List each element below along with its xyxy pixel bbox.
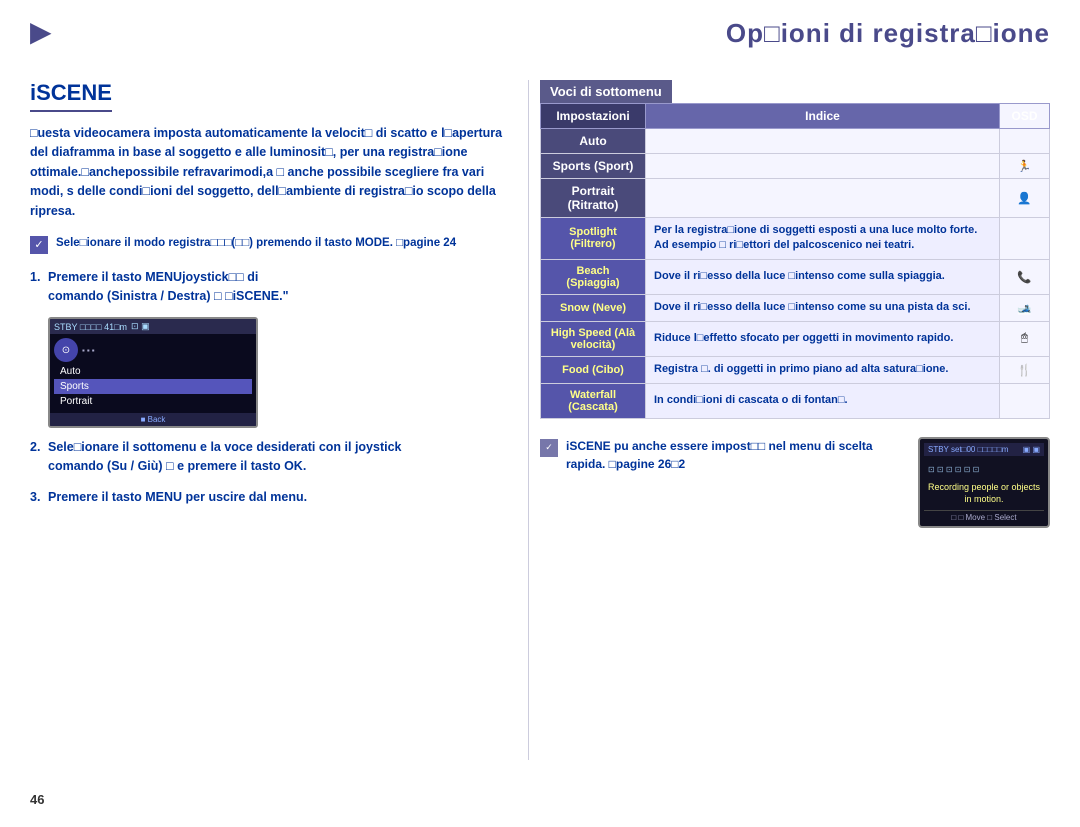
mini-screen-icons: ⊡ ▣ bbox=[131, 321, 150, 332]
note-box: ✓ Sele□ionare il modo registra□□□(□□) pr… bbox=[30, 235, 520, 254]
step-2-num: 2. bbox=[30, 438, 40, 457]
mini-camera-icons-row: ⊡ ⊡ ⊡ ⊡ ⊡ ⊡ bbox=[924, 458, 1044, 477]
td-indice-portrait bbox=[646, 179, 1000, 218]
step-1-text: Premere il tasto MENUjoystick□□ di bbox=[48, 270, 258, 284]
td-impostazioni-portrait: Portrait (Ritratto) bbox=[541, 179, 646, 218]
td-indice-sports bbox=[646, 154, 1000, 179]
mini-screen-tb-2: ▪ bbox=[87, 346, 90, 355]
td-impostazioni-auto: Auto bbox=[541, 129, 646, 154]
note-icon: ✓ bbox=[30, 236, 48, 254]
mini-camera-message: Recording people or objects in motion. bbox=[924, 477, 1044, 510]
td-osd-portrait: 👤 bbox=[1000, 179, 1050, 218]
page-title: Op□ioni di registra□ione bbox=[726, 18, 1050, 49]
left-column: iSCENE □uesta videocamera imposta automa… bbox=[30, 80, 520, 519]
page-number: 46 bbox=[30, 792, 44, 807]
mini-screen-toolbar: ▪ ▪ ▪ bbox=[82, 346, 95, 355]
step-3-text: Premere il tasto MENU per uscire dal men… bbox=[48, 490, 307, 504]
td-indice-beach: Dove il ri□esso della luce □intenso come… bbox=[646, 259, 1000, 294]
td-osd-snow: 🎿 bbox=[1000, 294, 1050, 321]
table-row: Waterfall (Cascata) In condi□ioni di cas… bbox=[541, 383, 1050, 418]
td-osd-highspeed: 🖱 bbox=[1000, 321, 1050, 356]
table-row: Beach (Spiaggia) Dove il ri□esso della l… bbox=[541, 259, 1050, 294]
td-impostazioni-food: Food (Cibo) bbox=[541, 356, 646, 383]
table-row: Portrait (Ritratto) 👤 bbox=[541, 179, 1050, 218]
td-indice-waterfall: In condi□ioni di cascata o di fontan□. bbox=[646, 383, 1000, 418]
mini-screen: STBY □□□□ 41□m ⊡ ▣ ⊙ ▪ ▪ ▪ Auto bbox=[48, 317, 258, 428]
page-icon: ▶ bbox=[30, 15, 52, 48]
right-column: Voci di sottomenu Impostazioni Indice OS… bbox=[540, 80, 1050, 528]
th-impostazioni: Impostazioni bbox=[541, 104, 646, 129]
bottom-note-text: iSCENE pu anche essere impost□□ nel menu… bbox=[566, 437, 900, 474]
table-row: Sports (Sport) 🏃 bbox=[541, 154, 1050, 179]
table-row: Auto bbox=[541, 129, 1050, 154]
td-impostazioni-sports: Sports (Sport) bbox=[541, 154, 646, 179]
th-indice: Indice bbox=[646, 104, 1000, 129]
mini-camera-icon-row-text: ⊡ ⊡ ⊡ ⊡ ⊡ ⊡ bbox=[928, 465, 979, 474]
td-indice-snow: Dove il ri□esso della luce □intenso come… bbox=[646, 294, 1000, 321]
mini-screen-body: ⊙ ▪ ▪ ▪ Auto Sports Portrait bbox=[50, 334, 256, 413]
table-header-row: Impostazioni Indice OSD bbox=[541, 104, 1050, 129]
intro-text: □uesta videocamera imposta automaticamen… bbox=[30, 124, 520, 221]
table-row: Spotlight (Filtrero) Per la registra□ion… bbox=[541, 218, 1050, 260]
td-osd-waterfall bbox=[1000, 383, 1050, 418]
step-3: 3. Premere il tasto MENU per uscire dal … bbox=[30, 488, 520, 507]
mini-camera-battery: ▣ ▣ bbox=[1023, 445, 1040, 454]
column-divider bbox=[528, 80, 529, 760]
mini-camera-container: STBY set□00 □□□□□m ▣ ▣ ⊡ ⊡ ⊡ ⊡ ⊡ ⊡ Recor… bbox=[918, 437, 1050, 528]
mini-menu-portrait[interactable]: Portrait bbox=[54, 394, 252, 409]
step-2: 2. Sele□ionare il sottomenu e la voce de… bbox=[30, 438, 520, 476]
td-osd-auto bbox=[1000, 129, 1050, 154]
mini-screen-header-text: STBY □□□□ 41□m bbox=[54, 322, 127, 332]
mini-screen-tb-3: ▪ bbox=[92, 346, 95, 355]
td-osd-beach: 📞 bbox=[1000, 259, 1050, 294]
table-row: Snow (Neve) Dove il ri□esso della luce □… bbox=[541, 294, 1050, 321]
mini-camera-header: STBY set□00 □□□□□m ▣ ▣ bbox=[924, 443, 1044, 456]
th-osd: OSD bbox=[1000, 104, 1050, 129]
td-indice-highspeed: Riduce l□effetto sfocato per oggetti in … bbox=[646, 321, 1000, 356]
mini-screen-header: STBY □□□□ 41□m ⊡ ▣ bbox=[50, 319, 256, 334]
mini-camera-footer: □ □ Move □ Select bbox=[924, 510, 1044, 522]
td-osd-spotlight bbox=[1000, 218, 1050, 260]
mini-menu-sports[interactable]: Sports bbox=[54, 379, 252, 394]
td-osd-sports: 🏃 bbox=[1000, 154, 1050, 179]
td-osd-food: 🍴 bbox=[1000, 356, 1050, 383]
td-impostazioni-waterfall: Waterfall (Cascata) bbox=[541, 383, 646, 418]
step-1-num: 1. bbox=[30, 268, 40, 287]
voci-label: Voci di sottomenu bbox=[540, 80, 672, 103]
note-text: Sele□ionare il modo registra□□□(□□) prem… bbox=[56, 235, 456, 252]
mini-screen-footer: ■ Back bbox=[50, 413, 256, 426]
td-impostazioni-highspeed: High Speed (Alà velocità) bbox=[541, 321, 646, 356]
bottom-note: ✓ iSCENE pu anche essere impost□□ nel me… bbox=[540, 437, 1050, 528]
mini-screen-container: STBY □□□□ 41□m ⊡ ▣ ⊙ ▪ ▪ ▪ Auto bbox=[48, 317, 258, 428]
td-indice-spotlight: Per la registra□ione di soggetti esposti… bbox=[646, 218, 1000, 260]
step-1-sub: comando (Sinistra / Destra) □ □iSCENE." bbox=[48, 289, 289, 303]
td-impostazioni-snow: Snow (Neve) bbox=[541, 294, 646, 321]
table-row: Food (Cibo) Registra □. di oggetti in pr… bbox=[541, 356, 1050, 383]
step-1: 1. Premere il tasto MENUjoystick□□ di co… bbox=[30, 268, 520, 306]
steps-list: 1. Premere il tasto MENUjoystick□□ di co… bbox=[30, 268, 520, 507]
step-2-text: Sele□ionare il sottomenu e la voce desid… bbox=[48, 440, 402, 454]
td-indice-auto bbox=[646, 129, 1000, 154]
mini-screen-circle-symbol: ⊙ bbox=[62, 345, 70, 356]
td-impostazioni-beach: Beach (Spiaggia) bbox=[541, 259, 646, 294]
mini-screen-circle-icon: ⊙ bbox=[54, 338, 78, 362]
mini-camera-header-left: STBY set□00 □□□□□m bbox=[928, 445, 1008, 454]
table-row: High Speed (Alà velocità) Riduce l□effet… bbox=[541, 321, 1050, 356]
td-impostazioni-spotlight: Spotlight (Filtrero) bbox=[541, 218, 646, 260]
mini-screen-tb-1: ▪ bbox=[82, 346, 85, 355]
menu-table: Impostazioni Indice OSD Auto Sports (Spo… bbox=[540, 103, 1050, 419]
bottom-note-icon: ✓ bbox=[540, 439, 558, 457]
section-title: iSCENE bbox=[30, 80, 112, 112]
mini-camera: STBY set□00 □□□□□m ▣ ▣ ⊡ ⊡ ⊡ ⊡ ⊡ ⊡ Recor… bbox=[918, 437, 1050, 528]
step-3-num: 3. bbox=[30, 488, 40, 507]
td-indice-food: Registra □. di oggetti in primo piano ad… bbox=[646, 356, 1000, 383]
mini-menu-auto[interactable]: Auto bbox=[54, 364, 252, 379]
step-2-sub: comando (Su / Giù) □ e premere il tasto … bbox=[48, 459, 306, 473]
